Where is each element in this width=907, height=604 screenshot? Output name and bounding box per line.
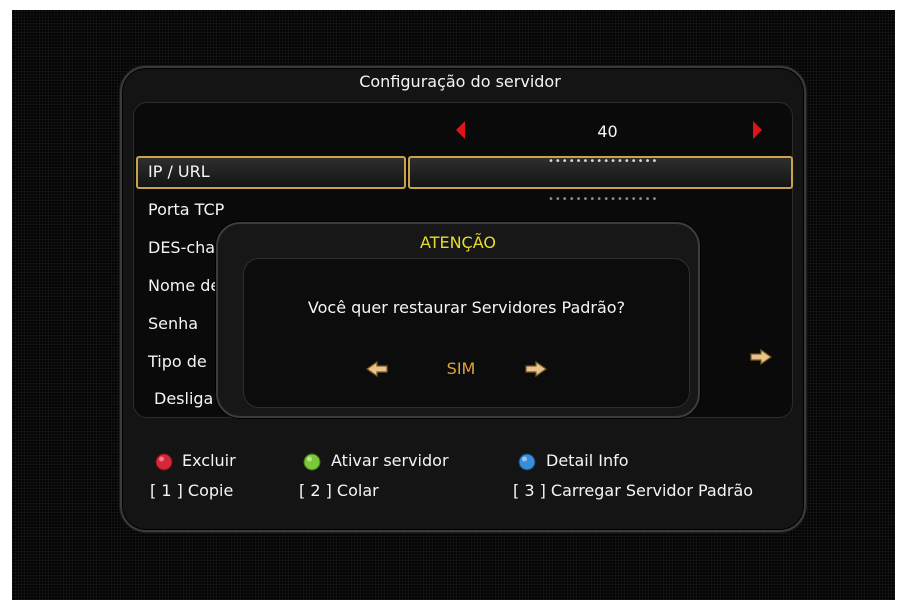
prev-server-icon[interactable]: [456, 121, 465, 139]
next-server-icon[interactable]: [753, 121, 762, 139]
right-arrow-icon[interactable]: [525, 361, 547, 377]
left-arrow-icon[interactable]: [366, 361, 388, 377]
server-number: 40: [597, 122, 618, 141]
legend-ativar-servidor[interactable]: Ativar servidor: [331, 451, 449, 470]
page-title: Configuração do servidor: [359, 72, 561, 91]
green-button-icon: [303, 453, 321, 471]
field-label-nome[interactable]: Nome de: [148, 276, 220, 295]
field-label-porta-tcp[interactable]: Porta TCP: [148, 200, 224, 219]
dialog-title: ATENÇÃO: [420, 233, 496, 252]
dialog-body: [243, 258, 690, 408]
legend-carregar-servidor-padrao[interactable]: [ 3 ] Carregar Servidor Padrão: [513, 481, 753, 500]
option-sim[interactable]: SIM: [425, 359, 497, 378]
field-label-desligado[interactable]: Desliga: [154, 389, 213, 408]
field-label-ip-url: IP / URL: [148, 162, 210, 181]
legend-colar[interactable]: [ 2 ] Colar: [299, 481, 379, 500]
blue-button-icon: [518, 453, 536, 471]
field-label-tipo[interactable]: Tipo de: [148, 352, 207, 371]
red-button-icon: [155, 453, 173, 471]
dialog-message: Você quer restaurar Servidores Padrão?: [307, 298, 626, 317]
legend-copie[interactable]: [ 1 ] Copie: [150, 481, 233, 500]
field-value-ip-url: ••••••••••••••••: [548, 156, 659, 167]
legend-excluir[interactable]: Excluir: [182, 451, 236, 470]
legend-detail-info[interactable]: Detail Info: [546, 451, 629, 470]
field-label-senha[interactable]: Senha: [148, 314, 198, 333]
right-arrow-icon[interactable]: [750, 349, 772, 365]
field-value-porta-tcp[interactable]: ••••••••••••••••: [548, 194, 658, 205]
